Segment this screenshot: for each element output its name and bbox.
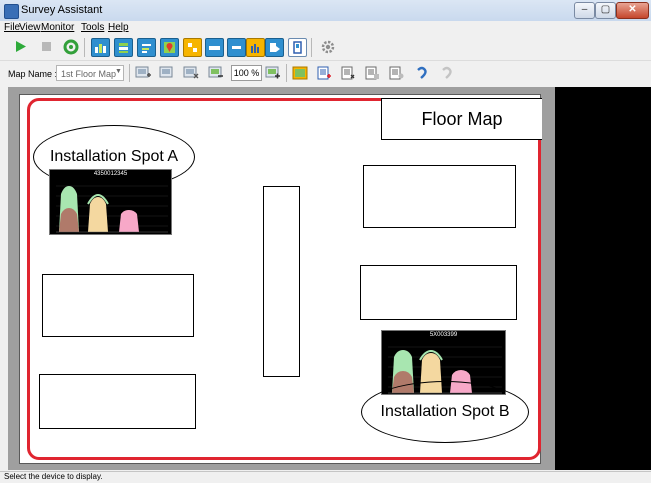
map-pin-button[interactable]	[160, 38, 179, 57]
undo-button[interactable]	[413, 64, 431, 82]
zoom-out-icon	[208, 66, 223, 78]
device-properties-icon	[389, 66, 404, 80]
chevron-down-icon: ▼	[115, 68, 122, 75]
status-text: Select the device to display.	[4, 472, 103, 481]
bar-chart-icon	[95, 44, 106, 53]
map-name-select[interactable]: 1st Floor Map	[56, 65, 124, 81]
settings-button[interactable]	[319, 38, 336, 55]
menu-file[interactable]: File	[4, 22, 20, 33]
gear-icon	[321, 40, 334, 53]
delete-map-icon	[183, 66, 199, 79]
chart-a-plot	[56, 185, 168, 233]
refresh-icon	[63, 39, 78, 54]
menu-help[interactable]: Help	[108, 22, 129, 33]
room-block	[360, 265, 517, 320]
window-title: Survey Assistant	[21, 4, 103, 16]
side-panel	[555, 87, 651, 470]
export-chart-icon	[270, 43, 280, 52]
histogram-button[interactable]	[246, 38, 265, 57]
spot-b-label: Installation Spot B	[378, 403, 512, 421]
menu-view[interactable]: View	[19, 22, 41, 33]
add-device-button[interactable]	[315, 64, 333, 82]
menu-monitor[interactable]: Monitor	[41, 22, 74, 33]
redo-button[interactable]	[438, 64, 456, 82]
delete-map-button[interactable]	[182, 64, 200, 82]
remove-device-button[interactable]	[339, 64, 357, 82]
channel-button[interactable]	[183, 38, 202, 57]
signal-button[interactable]	[205, 38, 224, 57]
stack-chart-button[interactable]	[114, 38, 133, 57]
add-map-icon	[135, 66, 151, 78]
maximize-button[interactable]: ▢	[595, 2, 616, 19]
toolbar-separator	[311, 38, 312, 57]
histogram-icon	[251, 44, 259, 53]
device-icon	[293, 41, 302, 54]
stop-icon	[42, 42, 51, 51]
frequency-icon	[232, 46, 241, 49]
device-properties-button[interactable]	[387, 64, 405, 82]
close-button[interactable]: ✕	[616, 2, 649, 19]
redo-icon	[442, 66, 452, 79]
frequency-button[interactable]	[227, 38, 246, 57]
spot-a-label: Installation Spot A	[49, 148, 179, 165]
device-button[interactable]	[288, 38, 307, 57]
zoom-level-field[interactable]: 100 %	[231, 65, 262, 81]
device-list-icon	[365, 66, 379, 80]
signal-icon	[209, 46, 220, 50]
app-icon	[4, 4, 19, 19]
menu-tools[interactable]: Tools	[81, 22, 104, 33]
map-name-label: Map Name :	[8, 69, 58, 79]
map-pin-icon	[164, 42, 175, 53]
list-chart-button[interactable]	[137, 38, 156, 57]
zoom-in-icon	[265, 66, 280, 79]
floor-map-label: Floor Map	[381, 98, 542, 140]
add-device-icon	[317, 66, 331, 80]
play-icon	[16, 41, 26, 52]
fit-map-button[interactable]	[291, 64, 309, 82]
device-list-button[interactable]	[363, 64, 381, 82]
add-map-button[interactable]	[134, 64, 152, 82]
bar-chart-button[interactable]	[91, 38, 110, 57]
stack-chart-icon	[119, 43, 128, 53]
channel-icon	[188, 43, 197, 52]
chart-spot-a[interactable]: 4350012345	[49, 169, 172, 235]
remove-device-icon	[341, 66, 355, 80]
undo-icon	[417, 66, 427, 79]
edit-map-button[interactable]	[158, 64, 176, 82]
list-chart-icon	[142, 44, 151, 53]
export-chart-button[interactable]	[265, 38, 284, 57]
room-block	[263, 186, 300, 377]
room-block	[363, 165, 516, 228]
toolbar-separator	[129, 64, 130, 82]
play-button[interactable]	[12, 38, 29, 55]
room-block	[39, 374, 196, 429]
minimize-button[interactable]: –	[574, 2, 595, 19]
zoom-in-button[interactable]	[264, 64, 282, 82]
stop-button[interactable]	[38, 38, 55, 55]
room-block	[42, 274, 194, 337]
refresh-button[interactable]	[62, 38, 79, 55]
fit-map-icon	[292, 66, 308, 80]
edit-map-icon	[159, 66, 173, 78]
zoom-out-button[interactable]	[207, 64, 225, 82]
toolbar-separator	[286, 64, 287, 82]
installation-spot-b[interactable]: Installation Spot B	[361, 381, 529, 443]
toolbar-separator	[84, 38, 85, 57]
